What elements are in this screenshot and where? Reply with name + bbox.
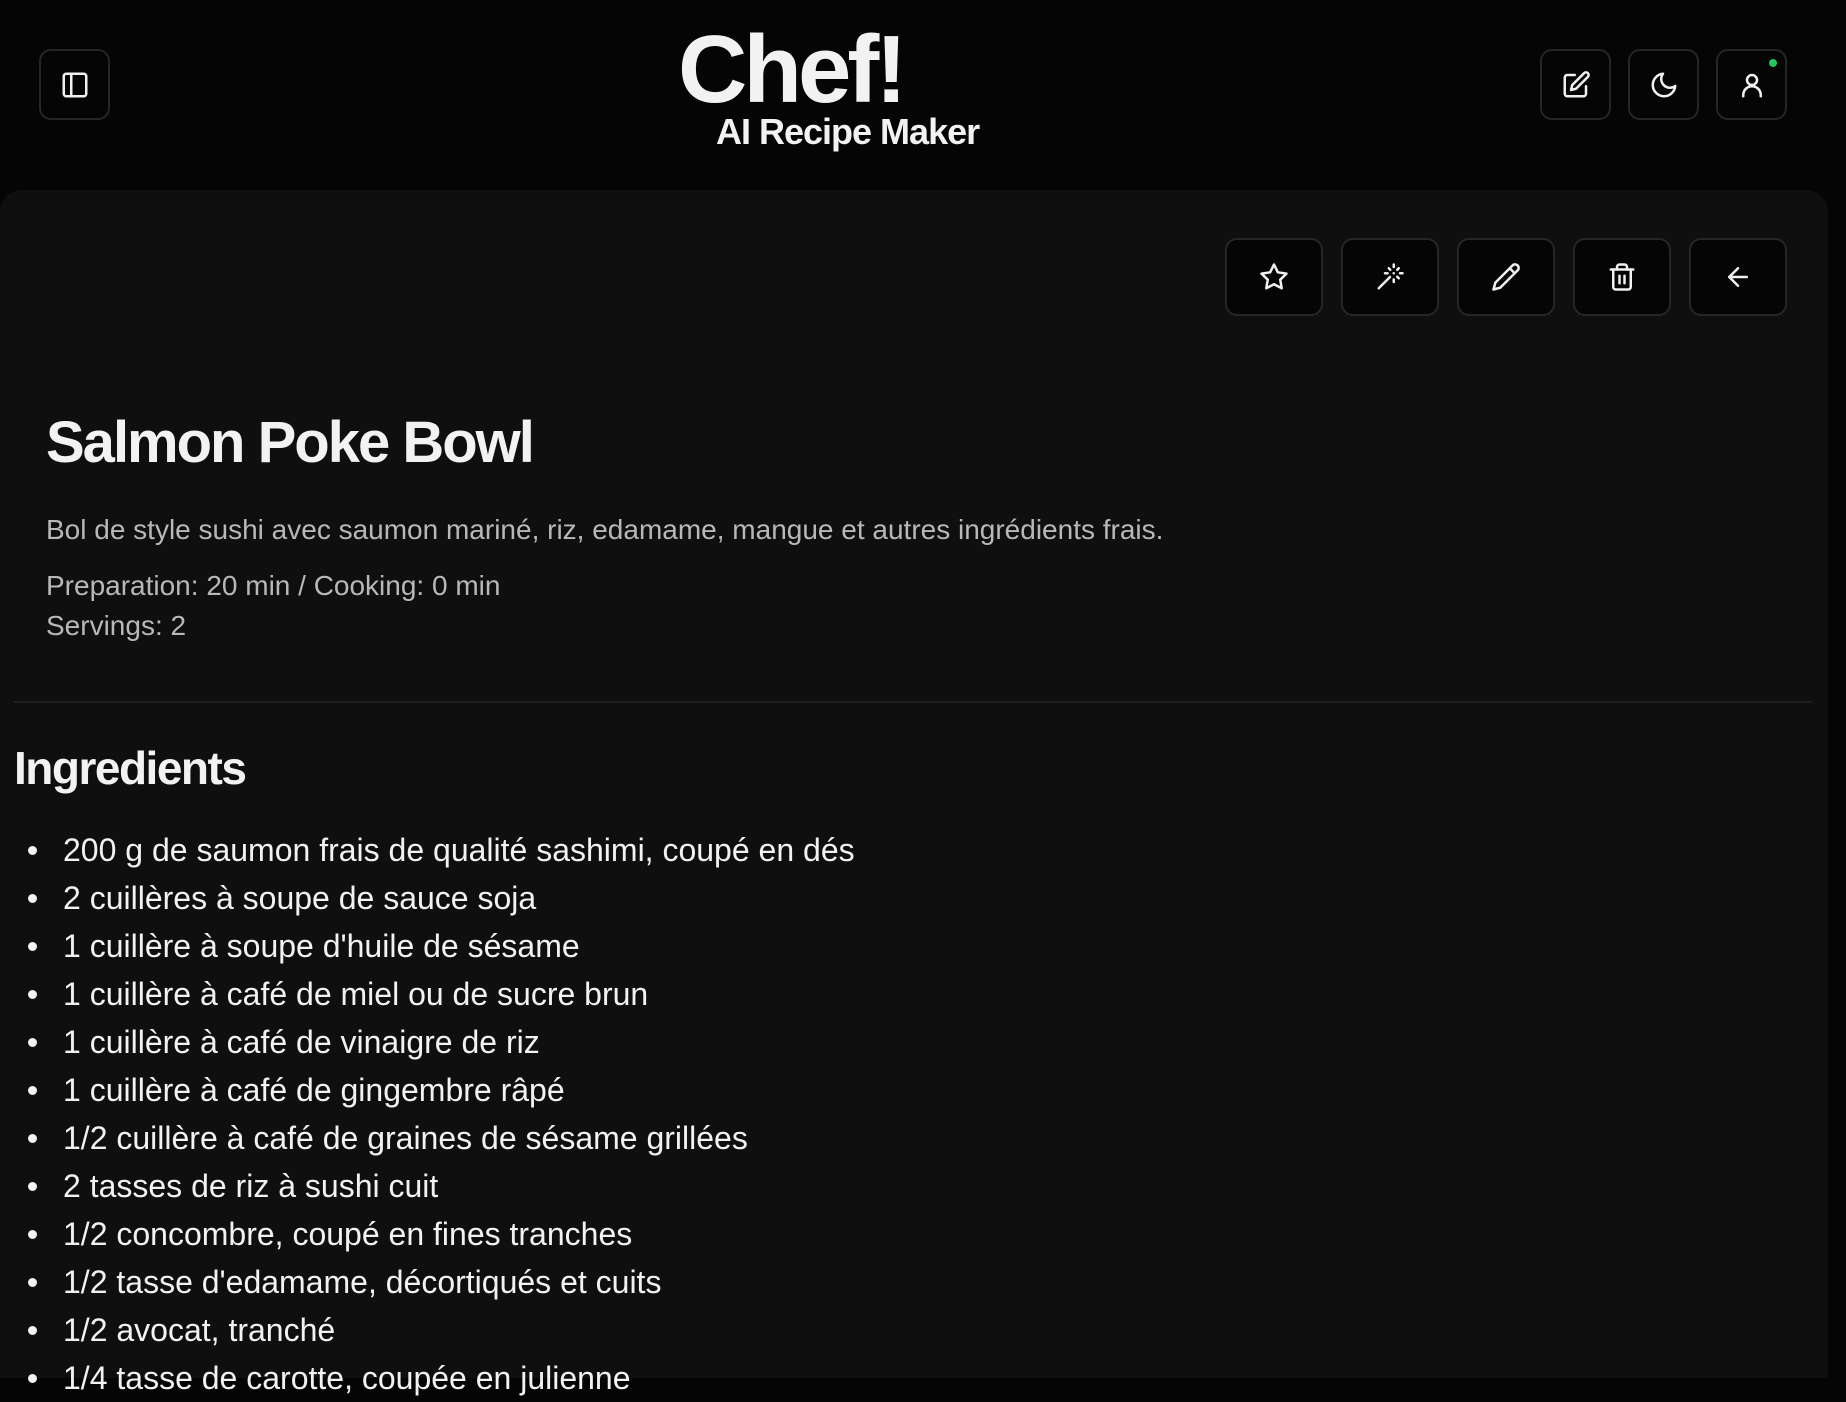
sidebar-toggle-button[interactable]: [39, 49, 110, 120]
ingredient-text: 200 g de saumon frais de qualité sashimi…: [63, 832, 855, 868]
ingredient-text: 1 cuillère à café de vinaigre de riz: [63, 1024, 540, 1060]
pencil-icon: [1492, 263, 1520, 291]
bullet: [28, 894, 37, 903]
ingredient-item: 1/2 tasse d'edamame, décortiqués et cuit…: [14, 1258, 855, 1306]
ingredients-heading: Ingredients: [14, 742, 247, 794]
ingredient-text: 1 cuillère à café de gingembre râpé: [63, 1072, 565, 1108]
bullet: [28, 846, 37, 855]
bullet: [28, 1278, 37, 1287]
ingredient-item: 2 cuillères à soupe de sauce soja: [14, 874, 855, 922]
theme-toggle-button[interactable]: [1628, 49, 1699, 120]
brand: Chef! AI Recipe Maker: [660, 18, 1000, 158]
bullet: [28, 1038, 37, 1047]
moon-icon: [1651, 72, 1676, 97]
recipe-panel: Salmon Poke Bowl Bol de style sushi avec…: [0, 190, 1828, 1396]
ingredient-text: 1/2 cuillère à café de graines de sésame…: [63, 1120, 748, 1156]
recipe-description: Bol de style sushi avec saumon mariné, r…: [46, 514, 1164, 545]
recipe-servings: Servings: 2: [46, 610, 187, 641]
sidebar-icon: [62, 72, 87, 97]
user-icon: [1741, 73, 1762, 97]
bullet: [28, 1230, 37, 1239]
ingredient-text: 1/2 tasse d'edamame, décortiqués et cuit…: [63, 1264, 662, 1300]
online-status-dot: [1769, 59, 1777, 67]
bullet: [28, 1182, 37, 1191]
ingredient-item: 1/2 cuillère à café de graines de sésame…: [14, 1114, 855, 1162]
favorite-button[interactable]: [1225, 238, 1323, 316]
ingredient-item: 2 tasses de riz à sushi cuit: [14, 1162, 855, 1210]
magic-wand-icon: [1377, 263, 1404, 290]
ingredient-text: 1/4 tasse de carotte, coupée en julienne: [63, 1360, 631, 1396]
ingredient-item: 1 cuillère à café de vinaigre de riz: [14, 1018, 855, 1066]
brand-title: Chef!: [678, 16, 907, 123]
section-divider: [14, 701, 1812, 703]
bullet: [28, 1326, 37, 1335]
ingredient-item: 1 cuillère à café de miel ou de sucre br…: [14, 970, 855, 1018]
ai-improve-button[interactable]: [1341, 238, 1439, 316]
ingredients-list: 200 g de saumon frais de qualité sashimi…: [14, 826, 855, 1402]
ingredient-text: 1/2 concombre, coupé en fines tranches: [63, 1216, 633, 1252]
edit-square-icon: [1563, 70, 1590, 97]
ingredient-text: 1 cuillère à soupe d'huile de sésame: [63, 928, 580, 964]
edit-button[interactable]: [1457, 238, 1555, 316]
delete-button[interactable]: [1573, 238, 1671, 316]
recipe-title: Salmon Poke Bowl: [46, 410, 535, 475]
star-icon: [1260, 263, 1288, 290]
app-header: Chef! AI Recipe Maker: [0, 0, 1846, 190]
trash-icon: [1609, 263, 1635, 291]
new-recipe-button[interactable]: [1540, 49, 1611, 120]
arrow-left-icon: [1728, 267, 1748, 287]
brand-subtitle: AI Recipe Maker: [716, 111, 980, 152]
bullet: [28, 942, 37, 951]
bullet: [28, 990, 37, 999]
ingredient-text: 1/2 avocat, tranché: [63, 1312, 336, 1348]
back-button[interactable]: [1689, 238, 1787, 316]
ingredient-text: 1 cuillère à café de miel ou de sucre br…: [63, 976, 649, 1012]
ingredient-text: 2 tasses de riz à sushi cuit: [63, 1168, 439, 1204]
ingredient-text: 2 cuillères à soupe de sauce soja: [63, 880, 537, 916]
ingredient-item: 1 cuillère à soupe d'huile de sésame: [14, 922, 855, 970]
bullet: [28, 1374, 37, 1383]
ingredient-item: 1/2 avocat, tranché: [14, 1306, 855, 1354]
bullet: [28, 1086, 37, 1095]
ingredient-item: 200 g de saumon frais de qualité sashimi…: [14, 826, 855, 874]
ingredient-item: 1 cuillère à café de gingembre râpé: [14, 1066, 855, 1114]
ingredient-item: 1/2 concombre, coupé en fines tranches: [14, 1210, 855, 1258]
recipe-time: Preparation: 20 min / Cooking: 0 min: [46, 570, 501, 601]
ingredient-item: 1/4 tasse de carotte, coupée en julienne: [14, 1354, 855, 1402]
account-button[interactable]: [1716, 49, 1787, 120]
bullet: [28, 1134, 37, 1143]
